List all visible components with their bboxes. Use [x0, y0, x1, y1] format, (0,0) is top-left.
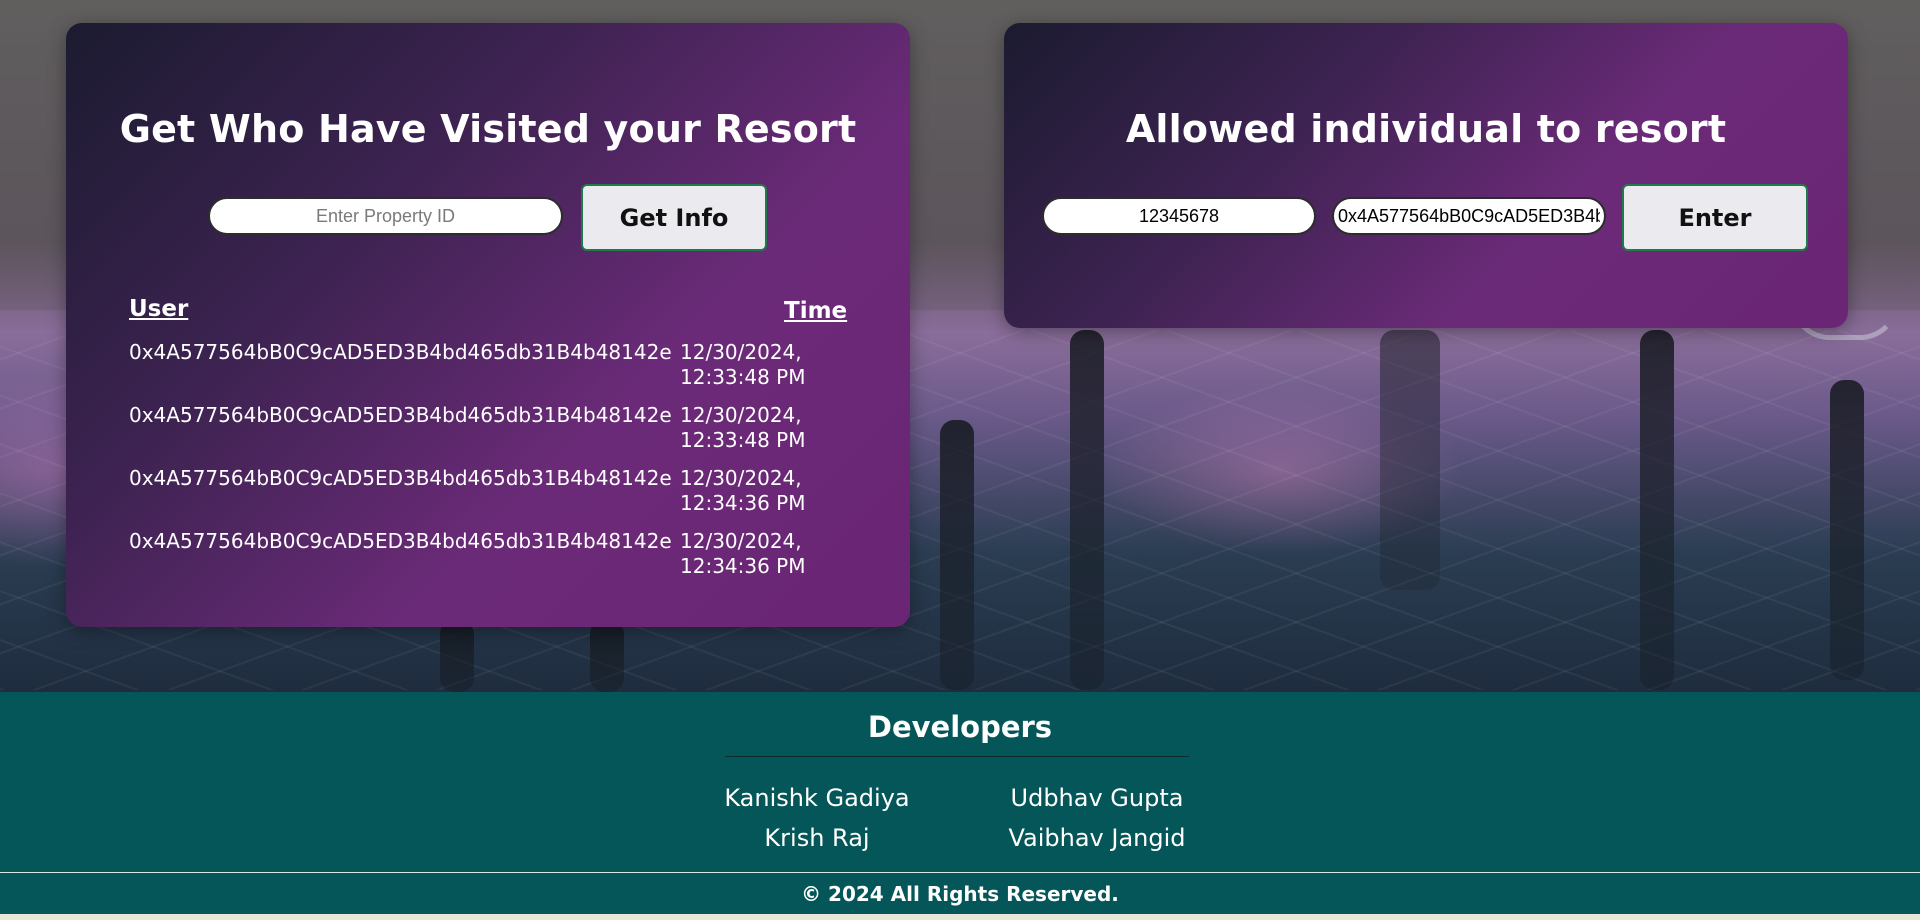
palm-reflection [1640, 330, 1674, 690]
visitors-title: Get Who Have Visited your Resort [119, 107, 857, 151]
user-address: 0x4A577564bB0C9cAD5ED3B4bd465db31B4b4814… [129, 403, 672, 427]
table-row: 0x4A577564bB0C9cAD5ED3B4bd465db31B4b4814… [129, 403, 889, 466]
time-column-header: Time [784, 298, 848, 324]
developer-name: Kanishk Gadiya [724, 784, 910, 812]
visit-date: 12/30/2024, [680, 340, 802, 364]
table-row: 0x4A577564bB0C9cAD5ED3B4bd465db31B4b4814… [129, 466, 889, 529]
allow-title: Allowed individual to resort [1125, 107, 1727, 151]
visit-clock: 12:33:48 PM [680, 428, 806, 452]
user-address: 0x4A577564bB0C9cAD5ED3B4bd465db31B4b4814… [129, 466, 672, 490]
allow-card: Allowed individual to resort Enter [1004, 23, 1848, 328]
user-address: 0x4A577564bB0C9cAD5ED3B4bd465db31B4b4814… [129, 340, 672, 364]
developer-name: Vaibhav Jangid [1008, 824, 1186, 852]
visit-time: 12/30/2024, 12:33:48 PM [680, 403, 820, 466]
visit-clock: 12:34:36 PM [680, 554, 806, 578]
property-id-input[interactable] [208, 197, 563, 235]
property-id-field[interactable] [1042, 197, 1316, 235]
visit-time: 12/30/2024, 12:34:36 PM [680, 466, 820, 529]
visit-date: 12/30/2024, [680, 403, 802, 427]
palm-reflection [1070, 330, 1104, 690]
visit-clock: 12:33:48 PM [680, 365, 806, 389]
visitors-table: 0x4A577564bB0C9cAD5ED3B4bd465db31B4b4814… [129, 340, 889, 592]
developer-name: Krish Raj [764, 824, 870, 852]
developers-title: Developers [867, 710, 1053, 744]
wallet-address-field[interactable] [1332, 197, 1606, 235]
table-row: 0x4A577564bB0C9cAD5ED3B4bd465db31B4b4814… [129, 340, 889, 403]
palm-reflection [1830, 380, 1864, 680]
enter-button[interactable]: Enter [1622, 184, 1808, 251]
visit-time: 12/30/2024, 12:34:36 PM [680, 529, 820, 592]
visit-time: 12/30/2024, 12:33:48 PM [680, 340, 820, 403]
developers-divider [725, 756, 1189, 757]
palm-reflection [1380, 330, 1440, 590]
palm-reflection [440, 620, 474, 692]
footer-divider [0, 872, 1920, 873]
visit-clock: 12:34:36 PM [680, 491, 806, 515]
table-row: 0x4A577564bB0C9cAD5ED3B4bd465db31B4b4814… [129, 529, 889, 592]
copyright-text: © 2024 All Rights Reserved. [801, 882, 1119, 906]
palm-reflection [940, 420, 974, 690]
visit-date: 12/30/2024, [680, 466, 802, 490]
get-info-button[interactable]: Get Info [581, 184, 767, 251]
footer: Developers Kanishk Gadiya Udbhav Gupta K… [0, 692, 1920, 920]
palm-reflection [590, 620, 624, 692]
visitors-card: Get Who Have Visited your Resort Get Inf… [66, 23, 910, 627]
developer-name: Udbhav Gupta [1010, 784, 1184, 812]
user-address: 0x4A577564bB0C9cAD5ED3B4bd465db31B4b4814… [129, 529, 672, 553]
page-bottom-edge [0, 914, 1920, 920]
user-column-header: User [129, 296, 189, 322]
visit-date: 12/30/2024, [680, 529, 802, 553]
